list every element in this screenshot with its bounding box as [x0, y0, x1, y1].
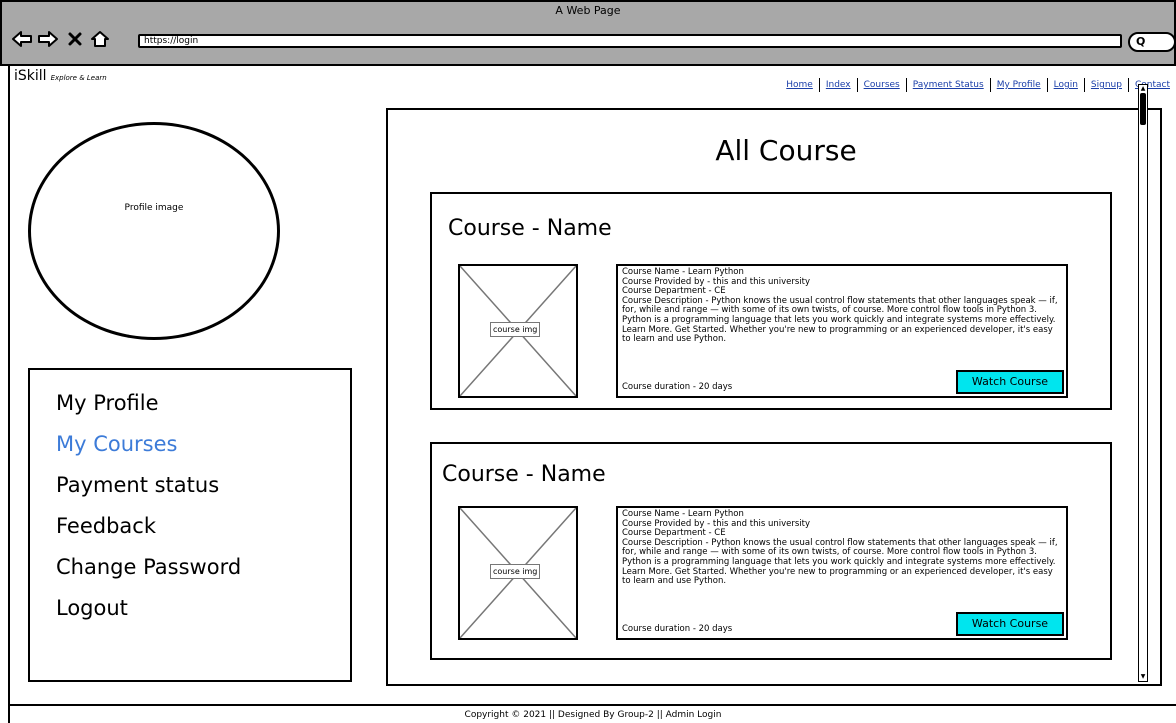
course-heading: Course - Name [448, 216, 612, 241]
profile-image[interactable]: Profile image [28, 122, 280, 340]
course-image-label: course img [490, 564, 541, 579]
course-details: Course Name - Learn Python Course Provid… [616, 264, 1068, 398]
home-icon[interactable] [88, 28, 112, 50]
course-details: Course Name - Learn Python Course Provid… [616, 506, 1068, 640]
profile-image-label: Profile image [124, 203, 184, 213]
scroll-up-icon[interactable]: ▲ [1139, 85, 1147, 93]
back-arrow-icon[interactable] [10, 28, 34, 50]
scrollbar[interactable]: ▲ ▼ [1138, 84, 1148, 682]
course-image[interactable]: course img [458, 264, 578, 398]
nav-link-payment-status[interactable]: Payment Status [907, 80, 990, 90]
nav-link-signup[interactable]: Signup [1085, 80, 1128, 90]
close-icon[interactable] [64, 28, 86, 50]
course-card: Course - Name course img Course Name - L… [430, 192, 1112, 410]
course-description-line: Course Description - Python knows the us… [622, 537, 1058, 587]
course-description-line: Course Description - Python knows the us… [622, 295, 1058, 345]
nav-link-my-profile[interactable]: My Profile [991, 80, 1047, 90]
forward-arrow-icon[interactable] [36, 28, 60, 50]
page-title: All Course [715, 134, 857, 167]
nav-link-contact[interactable]: Contact [1129, 80, 1176, 90]
top-nav: Home Index Courses Payment Status My Pro… [780, 78, 1176, 92]
page: iSkill Explore & Learn Home Index Courses… [8, 66, 1176, 723]
side-menu-item-change-password[interactable]: Change Password [30, 552, 350, 593]
side-menu-item-feedback[interactable]: Feedback [30, 511, 350, 552]
side-menu-item-my-profile[interactable]: My Profile [30, 388, 350, 429]
nav-link-courses[interactable]: Courses [858, 80, 906, 90]
side-menu-item-logout[interactable]: Logout [30, 593, 350, 634]
window-title: A Web Page [555, 4, 621, 17]
course-image[interactable]: course img [458, 506, 578, 640]
nav-link-login[interactable]: Login [1048, 80, 1084, 90]
course-duration: Course duration - 20 days [622, 624, 733, 635]
side-menu-item-payment-status[interactable]: Payment status [30, 470, 350, 511]
footer: Copyright © 2021 || Designed By Group-2 … [10, 704, 1176, 723]
brand-tagline: Explore & Learn [50, 74, 107, 82]
brand-name: iSkill [14, 68, 47, 84]
nav-link-home[interactable]: Home [780, 80, 819, 90]
side-menu-item-my-courses[interactable]: My Courses [30, 429, 350, 470]
course-duration: Course duration - 20 days [622, 382, 733, 393]
course-card: Course - Name course img Course Name - L… [430, 442, 1112, 660]
nav-link-index[interactable]: Index [820, 80, 857, 90]
scroll-thumb[interactable] [1140, 93, 1146, 125]
side-menu: My Profile My Courses Payment status Fee… [28, 368, 352, 682]
search-icon: Q [1136, 35, 1146, 48]
scroll-down-icon[interactable]: ▼ [1139, 673, 1147, 681]
search-field[interactable]: Q [1128, 32, 1176, 52]
course-heading: Course - Name [442, 462, 606, 487]
course-image-label: course img [490, 322, 541, 337]
browser-chrome: A Web Page https://login Q [0, 0, 1176, 66]
main-content: All Course Course - Name course img Cour… [386, 108, 1162, 686]
url-bar[interactable]: https://login [138, 34, 1122, 48]
watch-course-button[interactable]: Watch Course [956, 612, 1064, 636]
brand[interactable]: iSkill Explore & Learn [14, 68, 107, 84]
watch-course-button[interactable]: Watch Course [956, 370, 1064, 394]
